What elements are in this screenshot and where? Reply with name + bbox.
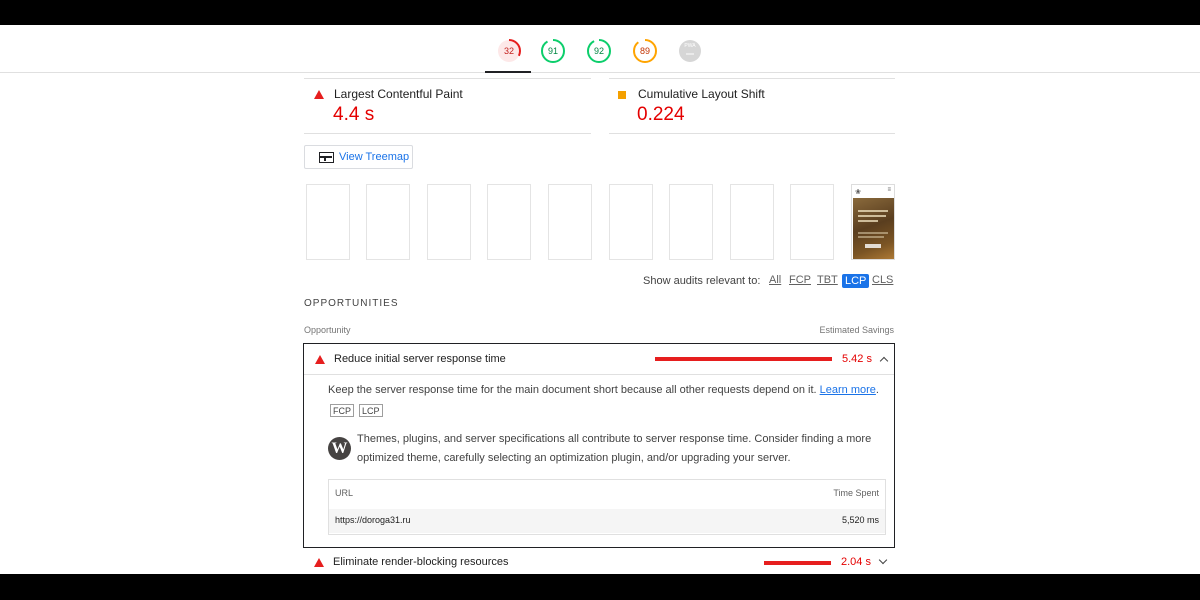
filter-chip-all[interactable]: All [769,274,781,286]
filmstrip-frame [548,184,592,260]
savings-bar [764,561,831,565]
audit-filter-label: Show audits relevant to: [643,275,761,287]
site-screenshot [853,198,894,259]
treemap-icon [319,152,334,163]
gauge-best-practices-score: 92 [593,46,604,56]
audit-header[interactable]: Reduce initial server response time 5.42… [304,344,894,374]
filter-chip-cls[interactable]: CLS [872,274,893,286]
learn-more-link[interactable]: Learn more [820,384,876,396]
audit-description-text: Keep the server response time for the ma… [328,384,817,396]
filmstrip-frame [487,184,531,260]
fail-triangle-icon [314,558,324,567]
view-treemap-button[interactable]: View Treemap [304,145,413,169]
divider [609,78,895,79]
section-title: OPPORTUNITIES [304,298,399,309]
gauge-accessibility[interactable]: 91 [540,38,566,64]
filmstrip-frame [790,184,834,260]
gauge-best-practices[interactable]: 92 [586,38,612,64]
audit-title: Reduce initial server response time [334,353,506,365]
chevron-up-icon[interactable] [879,356,889,366]
audit-render-blocking[interactable]: Eliminate render-blocking resources 2.04… [303,553,895,574]
average-square-icon [618,91,626,99]
table-cell-time: 5,520 ms [841,515,879,525]
filmstrip-frame [669,184,713,260]
savings-value: 2.04 s [841,556,871,568]
gauge-pwa-label: PWA [684,43,696,49]
savings-value: 5.42 s [842,353,872,365]
divider [304,78,591,79]
column-header-opportunity: Opportunity [304,325,351,335]
filmstrip-frame [730,184,774,260]
filmstrip-frame [609,184,653,260]
view-treemap-label: View Treemap [339,151,410,163]
divider [304,374,894,375]
details-table: URL Time Spent https://doroga31.ru 5,520… [328,479,886,535]
category-gauges: 32 91 92 89 PWA [0,25,1200,73]
menu-icon: ≡ [887,187,891,193]
tag-fcp: FCP [330,404,354,417]
lighthouse-report: 32 91 92 89 PWA Largest Contentful Paint… [0,25,1200,574]
gauge-seo[interactable]: 89 [632,38,658,64]
wordpress-note-line-1: Themes, plugins, and server specificatio… [357,433,872,445]
gauge-performance-score: 32 [503,46,514,56]
divider [609,133,895,134]
column-header-savings: Estimated Savings [819,325,894,335]
metric-lcp-value: 4.4 s [333,104,375,125]
savings-bar [655,357,832,361]
gauge-seo-score: 89 [639,46,650,56]
filter-chip-fcp[interactable]: FCP [789,274,811,286]
table-header-time: Time Spent [833,488,879,498]
table-row: https://doroga31.ru 5,520 ms [329,509,885,533]
filmstrip-frame [306,184,350,260]
gauge-accessibility-score: 91 [547,46,558,56]
tag-lcp: LCP [359,404,383,417]
fail-triangle-icon [314,90,324,99]
audit-filter: Show audits relevant to: [643,275,760,287]
audit-server-response-time: Reduce initial server response time 5.42… [303,343,895,548]
metric-lcp-label: Largest Contentful Paint [334,87,463,101]
filmstrip-frame [366,184,410,260]
active-tab-indicator [485,71,531,73]
gauge-performance[interactable]: 32 [496,38,522,64]
table-header-url: URL [335,488,354,498]
fail-triangle-icon [315,355,325,364]
metric-cls-label: Cumulative Layout Shift [638,87,765,101]
filter-chip-tbt[interactable]: TBT [817,274,838,286]
gauge-pwa[interactable]: PWA [677,38,703,64]
site-logo-icon: ❀ [855,189,861,196]
table-cell-url[interactable]: https://doroga31.ru [335,515,411,525]
audit-description: Keep the server response time for the ma… [328,384,879,396]
filter-chip-lcp[interactable]: LCP [842,274,870,288]
divider [304,133,591,134]
audit-title: Eliminate render-blocking resources [333,556,509,568]
chevron-down-icon[interactable] [878,555,888,565]
wordpress-note-line-2: optimized theme, carefully selecting an … [357,452,791,464]
period: . [875,384,879,396]
wordpress-icon: W [328,437,351,460]
filmstrip-frame-loaded: ❀ ≡ [851,184,895,260]
metric-cls-value: 0.224 [637,104,685,125]
filmstrip-frame [427,184,471,260]
